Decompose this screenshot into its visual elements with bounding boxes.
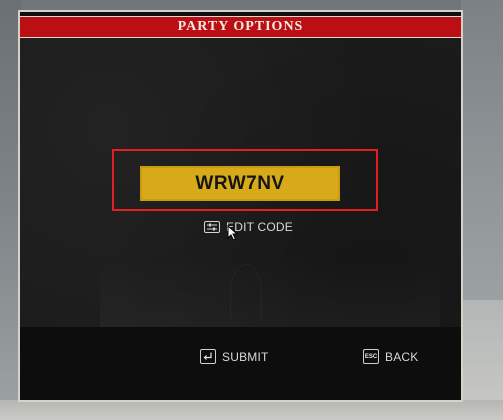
back-button[interactable]: ESC BACK [363,349,418,364]
edit-keybind-icon [204,221,220,233]
dialog-footer: SUBMIT ESC BACK [20,327,461,400]
enter-key-icon [200,349,216,364]
party-options-dialog: PARTY OPTIONS WRW7NV EDIT CODE SUBMIT ES… [20,12,461,400]
background-water-tower [230,264,262,320]
mouse-cursor-icon [227,225,239,241]
dialog-title-bar: PARTY OPTIONS [20,16,461,38]
background-bottom [0,400,503,420]
background-silhouette [100,257,440,327]
submit-button[interactable]: SUBMIT [200,349,269,364]
back-label: BACK [385,349,419,364]
submit-label: SUBMIT [222,349,269,364]
background-left [0,0,22,420]
highlight-outline [112,149,378,211]
edit-code-button[interactable]: EDIT CODE [204,217,293,237]
dialog-title: PARTY OPTIONS [177,19,304,34]
esc-key-icon: ESC [363,349,379,364]
background-right-detail [461,300,503,400]
